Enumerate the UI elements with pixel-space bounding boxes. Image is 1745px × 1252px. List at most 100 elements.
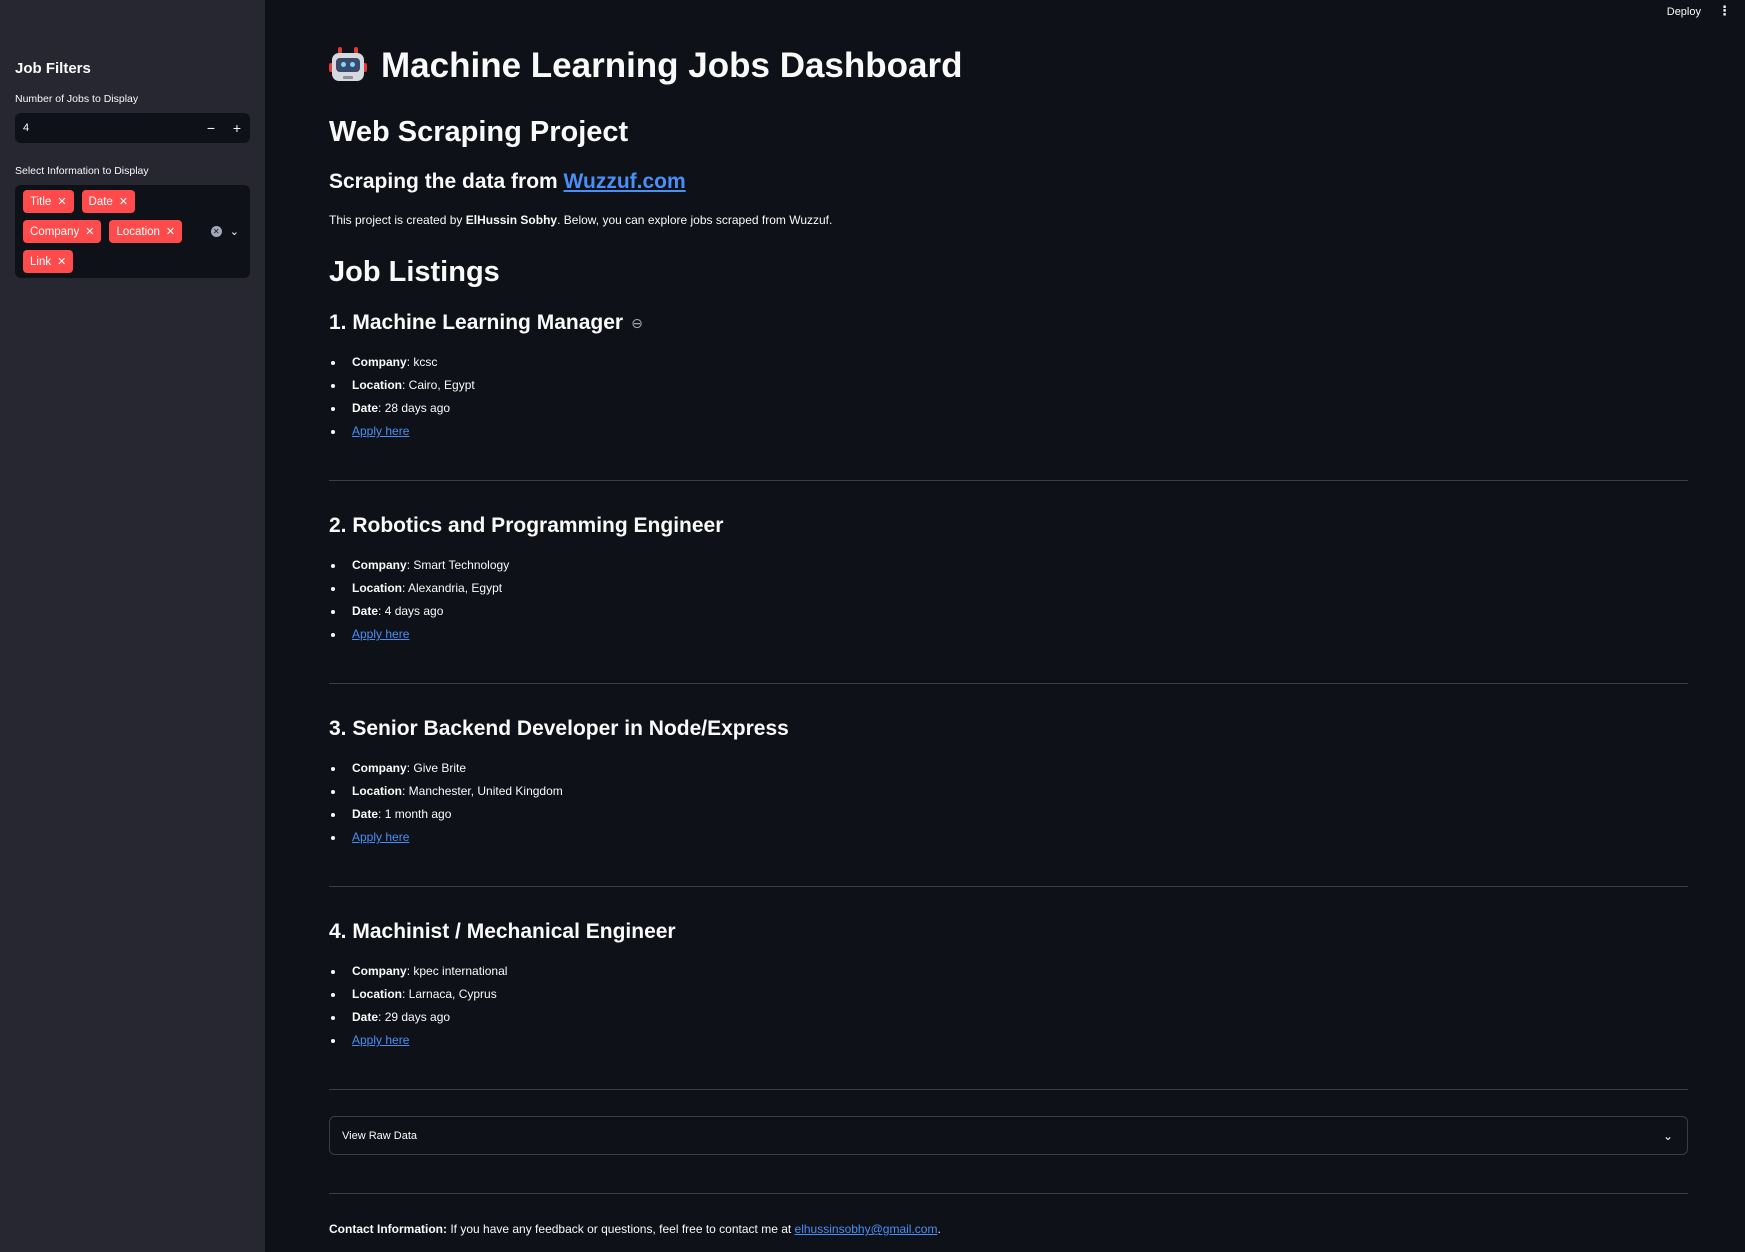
job-title: 3. Senior Backend Developer in Node/Expr… (329, 717, 789, 741)
job-details: Company: Give Brite Location: Manchester… (329, 757, 563, 849)
apply-link[interactable]: Apply here (352, 1033, 409, 1047)
list-item: Date: 28 days ago (329, 397, 475, 420)
apply-link[interactable]: Apply here (352, 424, 409, 438)
listings-heading: Job Listings (329, 256, 500, 288)
field-label: Date (352, 807, 379, 821)
list-item: Apply here (329, 420, 475, 443)
chevron-down-icon[interactable]: ⌄ (230, 225, 239, 238)
field-label: Company (352, 761, 407, 775)
job-title: 2. Robotics and Programming Engineer (329, 514, 723, 538)
remove-chip-icon[interactable]: ✕ (85, 225, 94, 238)
list-item: Location: Manchester, United Kingdom (329, 780, 563, 803)
list-item: Location: Cairo, Egypt (329, 374, 475, 397)
intro-text: This project is created by ElHussin Sobh… (329, 213, 832, 227)
field-label: Company (352, 964, 407, 978)
company-value: kpec international (413, 964, 508, 978)
list-item: Company: Smart Technology (329, 554, 509, 577)
list-item: Location: Larnaca, Cyprus (329, 983, 507, 1006)
jobs-count-stepper: 4 − + (15, 113, 250, 143)
location-value: Manchester, United Kingdom (408, 784, 563, 798)
remove-chip-icon[interactable]: ✕ (57, 255, 66, 268)
info-select-label: Select Information to Display (15, 165, 149, 177)
field-label: Location (352, 784, 402, 798)
date-value: 29 days ago (384, 1010, 451, 1024)
remove-chip-icon[interactable]: ✕ (166, 225, 175, 238)
list-item: Date: 1 month ago (329, 803, 563, 826)
field-label: Location (352, 581, 402, 595)
page-title-text: Machine Learning Jobs Dashboard (381, 46, 963, 85)
job-details: Company: kpec international Location: La… (329, 960, 507, 1052)
field-label: Location (352, 987, 402, 1001)
list-item: Company: Give Brite (329, 757, 563, 780)
sidebar: Job Filters Number of Jobs to Display 4 … (0, 0, 265, 1252)
apply-link[interactable]: Apply here (352, 830, 409, 844)
email-link[interactable]: elhussinsobhy@gmail.com (795, 1222, 938, 1236)
page-title: Machine Learning Jobs Dashboard (329, 46, 963, 86)
author-name: ElHussin Sobhy (465, 213, 558, 227)
date-value: 28 days ago (384, 401, 451, 415)
divider (329, 1193, 1688, 1194)
raw-data-expander[interactable]: View Raw Data ⌄ (329, 1116, 1688, 1155)
kebab-menu-icon[interactable]: ⋮ (1718, 3, 1731, 19)
contact-label: Contact Information: (329, 1222, 447, 1236)
job-title: 4. Machinist / Mechanical Engineer (329, 920, 676, 944)
remove-chip-icon[interactable]: ✕ (57, 195, 66, 208)
job-title-text: 1. Machine Learning Manager (329, 311, 624, 334)
location-value: Larnaca, Cyprus (408, 987, 497, 1001)
expander-label: View Raw Data (342, 1129, 417, 1142)
chip-label: Date (88, 195, 113, 208)
job-details: Company: kcsc Location: Cairo, Egypt Dat… (329, 351, 475, 443)
divider (329, 480, 1688, 481)
list-item: Date: 4 days ago (329, 600, 509, 623)
deploy-button[interactable]: Deploy (1663, 4, 1705, 20)
chip-list: Title ✕ Date ✕ Company ✕ Location ✕ Link ✕ (23, 190, 211, 273)
scraping-prefix: Scraping the data from (329, 170, 564, 193)
list-item: Apply here (329, 826, 563, 849)
list-item: Date: 29 days ago (329, 1006, 507, 1029)
contact-info: Contact Information: If you have any fee… (329, 1222, 941, 1236)
sidebar-title: Job Filters (15, 60, 91, 77)
intro-suffix: . Below, you can explore jobs scraped fr… (557, 213, 833, 227)
divider (329, 1089, 1688, 1090)
list-item: Company: kcsc (329, 351, 475, 374)
field-label: Company (352, 355, 407, 369)
job-title-text: 4. Machinist / Mechanical Engineer (329, 920, 676, 943)
multiselect-controls: ✕ ⌄ (210, 225, 242, 238)
decrement-button[interactable]: − (198, 113, 224, 143)
chevron-down-icon: ⌄ (1662, 1128, 1673, 1143)
divider (329, 683, 1688, 684)
field-label: Date (352, 401, 379, 415)
chip-location: Location ✕ (109, 220, 183, 243)
chip-label: Link (30, 255, 52, 268)
info-multiselect[interactable]: Title ✕ Date ✕ Company ✕ Location ✕ Link ✕ ✕ … (15, 185, 250, 278)
clear-all-icon[interactable]: ✕ (210, 226, 222, 237)
apply-link[interactable]: Apply here (352, 627, 409, 641)
chip-title: Title ✕ (23, 190, 74, 213)
date-value: 4 days ago (384, 604, 444, 618)
list-item: Apply here (329, 623, 509, 646)
job-title-text: 2. Robotics and Programming Engineer (329, 514, 724, 537)
job-title-text: 3. Senior Backend Developer in Node/Expr… (329, 717, 789, 740)
project-heading: Web Scraping Project (329, 116, 629, 148)
scraping-source-heading: Scraping the data from Wuzzuf.com (329, 170, 686, 194)
chip-company: Company ✕ (23, 220, 102, 243)
chip-date: Date ✕ (81, 190, 136, 213)
link-anchor-icon[interactable]: ⊖ (631, 315, 643, 332)
job-title: 1. Machine Learning Manager ⊖ (329, 311, 643, 335)
remove-chip-icon[interactable]: ✕ (119, 195, 128, 208)
jobs-count-input[interactable]: 4 (15, 122, 198, 134)
list-item: Apply here (329, 1029, 507, 1052)
company-value: Give Brite (413, 761, 467, 775)
divider (329, 886, 1688, 887)
wuzzuf-link[interactable]: Wuzzuf.com (564, 170, 686, 193)
list-item: Company: kpec international (329, 960, 507, 983)
location-value: Alexandria, Egypt (408, 581, 503, 595)
increment-button[interactable]: + (224, 113, 250, 143)
chip-label: Company (30, 225, 80, 238)
jobs-count-label: Number of Jobs to Display (15, 93, 139, 105)
location-value: Cairo, Egypt (408, 378, 475, 392)
job-details: Company: Smart Technology Location: Alex… (329, 554, 509, 646)
field-label: Date (352, 604, 379, 618)
field-label: Company (352, 558, 407, 572)
chip-label: Location (116, 225, 160, 238)
